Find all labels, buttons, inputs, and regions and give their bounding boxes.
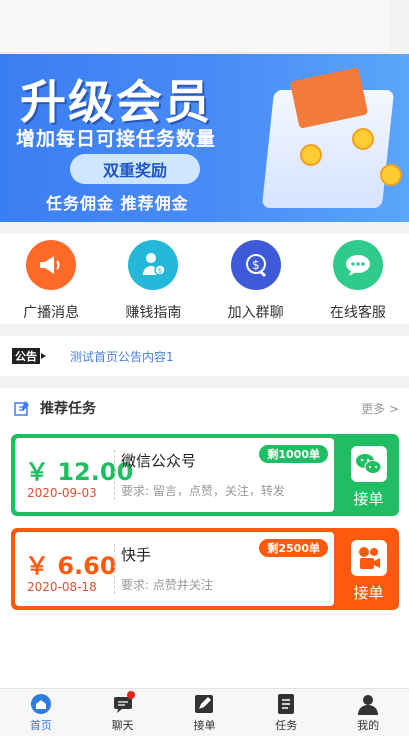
edit-list-icon: [14, 401, 29, 416]
quick-action-label: 加入群聊: [227, 305, 284, 321]
guide-icon: $: [128, 240, 179, 290]
quick-action-broadcast[interactable]: 广播消息: [0, 234, 102, 324]
banner-tags: 任务佣金 推荐佣金: [46, 194, 189, 213]
quick-action-group-chat[interactable]: $ 加入群聊: [205, 234, 307, 324]
tab-label: 接单: [193, 719, 216, 732]
divider: [114, 450, 115, 500]
announcement-text[interactable]: 测试首页公告内容1: [70, 348, 174, 365]
task-card-body: ￥ 6.60 2020-08-18 快手 要求: 点赞并关注 剩2500单: [15, 532, 334, 606]
task-card[interactable]: ￥ 6.60 2020-08-18 快手 要求: 点赞并关注 剩2500单 接单: [11, 528, 399, 610]
task-list-icon: [275, 693, 297, 715]
coin-icon: [380, 164, 402, 186]
accept-task-label: 接单: [353, 490, 384, 508]
service-icon: [332, 240, 383, 290]
kuaishou-icon: [350, 540, 387, 576]
tab-home[interactable]: 首页: [0, 689, 82, 736]
task-name: 微信公众号: [121, 452, 197, 470]
task-date: 2020-08-18: [27, 580, 97, 594]
task-remaining-badge: 剩1000单: [259, 445, 328, 463]
divider: [114, 544, 115, 594]
top-search-bar[interactable]: [0, 0, 390, 53]
quick-action-label: 赚钱指南: [125, 305, 182, 321]
tab-label: 任务: [275, 719, 298, 732]
announcement-arrow-icon: [41, 353, 46, 359]
task-requirement: 要求: 点赞并关注: [121, 578, 213, 592]
coin-icon: [300, 144, 322, 166]
more-tasks-link[interactable]: 更多 >: [361, 400, 399, 417]
accept-task-label: 接单: [353, 584, 384, 602]
quick-action-service[interactable]: 在线客服: [307, 234, 409, 324]
tasks-header: 推荐任务 更多 >: [0, 388, 409, 428]
quick-actions: 广播消息 $ 赚钱指南 $ 加入群聊 在线客服: [0, 234, 409, 324]
tab-accept[interactable]: 接单: [164, 689, 246, 736]
broadcast-icon: [26, 240, 77, 290]
task-remaining-badge: 剩2500单: [259, 539, 328, 557]
task-price: ￥ 6.60: [25, 552, 117, 580]
announcement-badge: 公告: [12, 348, 40, 364]
tab-label: 聊天: [111, 719, 134, 732]
unread-dot: [126, 691, 135, 699]
quick-action-label: 广播消息: [23, 305, 80, 321]
banner-reward-pill: 双重奖励: [70, 154, 200, 184]
tab-chat[interactable]: 聊天: [82, 689, 164, 736]
membership-banner[interactable]: 升级会员 增加每日可接任务数量 双重奖励 任务佣金 推荐佣金: [0, 54, 409, 222]
task-requirement: 要求: 留言，点赞，关注，转发: [121, 484, 285, 498]
task-date: 2020-09-03: [27, 486, 97, 500]
recommended-tasks: 推荐任务 更多 > ￥ 12.00 2020-09-03 微信公众号 要求: 留…: [0, 388, 409, 688]
coin-icon: [352, 128, 374, 150]
banner-title: 升级会员: [20, 75, 212, 129]
quick-action-label: 在线客服: [329, 305, 386, 321]
bottom-tab-bar: 首页 聊天 接单 任务 我的: [0, 688, 409, 736]
svg-text:$: $: [252, 258, 260, 272]
task-card[interactable]: ￥ 12.00 2020-09-03 微信公众号 要求: 留言，点赞，关注，转发…: [11, 434, 399, 516]
profile-icon: [357, 693, 379, 715]
tab-label: 首页: [29, 719, 52, 732]
task-card-body: ￥ 12.00 2020-09-03 微信公众号 要求: 留言，点赞，关注，转发…: [15, 438, 334, 512]
wechat-icon: [350, 446, 387, 482]
quick-action-guide[interactable]: $ 赚钱指南: [102, 234, 204, 324]
svg-text:$: $: [158, 267, 162, 275]
home-icon: [30, 693, 52, 715]
banner-subtitle: 增加每日可接任务数量: [16, 128, 217, 150]
announcement-bar[interactable]: 公告 测试首页公告内容1: [0, 336, 409, 376]
tasks-title: 推荐任务: [40, 401, 96, 417]
task-price: ￥ 12.00: [25, 458, 134, 486]
tab-profile[interactable]: 我的: [327, 689, 409, 736]
task-name: 快手: [121, 546, 152, 564]
group-chat-icon: $: [230, 240, 281, 290]
edit-icon: [193, 693, 215, 715]
tab-tasks[interactable]: 任务: [245, 689, 327, 736]
tab-label: 我的: [357, 719, 380, 732]
accept-task-button[interactable]: 接单: [338, 528, 399, 610]
accept-task-button[interactable]: 接单: [338, 434, 399, 516]
